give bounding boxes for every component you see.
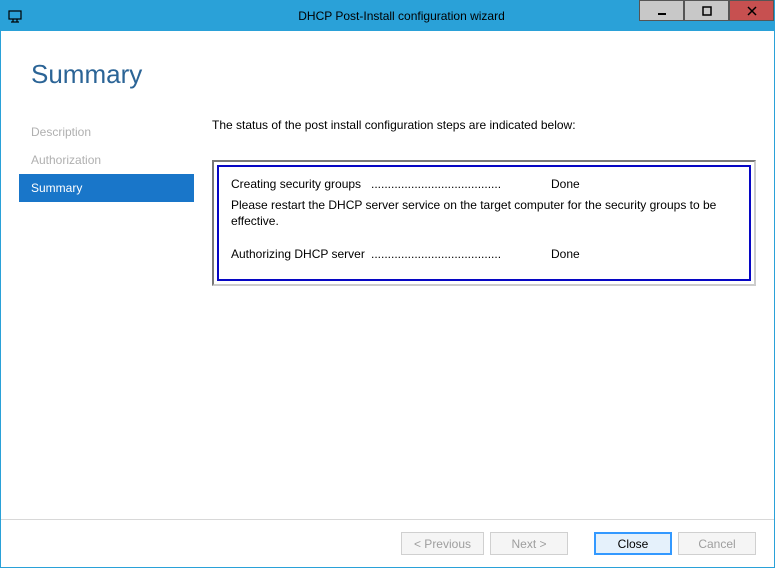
sidebar-item-summary[interactable]: Summary <box>19 174 194 202</box>
step-dots: ....................................... <box>371 177 541 191</box>
sidebar: Description Authorization Summary <box>19 118 194 519</box>
status-row: Authorizing DHCP server ................… <box>231 247 737 261</box>
previous-button: < Previous <box>401 532 484 555</box>
app-icon <box>7 8 23 24</box>
page-heading: Summary <box>1 31 774 118</box>
step-label: Authorizing DHCP server <box>231 247 371 261</box>
content-area: The status of the post install configura… <box>194 118 756 519</box>
footer: < Previous Next > Close Cancel <box>1 519 774 567</box>
button-gap <box>574 532 588 555</box>
wizard-window: DHCP Post-Install configuration wizard S… <box>0 0 775 568</box>
status-row: Creating security groups ...............… <box>231 177 737 191</box>
close-button[interactable]: Close <box>594 532 672 555</box>
step-status: Done <box>551 177 580 191</box>
restart-message: Please restart the DHCP server service o… <box>231 197 737 229</box>
close-window-button[interactable] <box>729 0 774 21</box>
cancel-button: Cancel <box>678 532 756 555</box>
main-area: Description Authorization Summary The st… <box>1 118 774 519</box>
titlebar: DHCP Post-Install configuration wizard <box>1 1 774 31</box>
window-controls <box>639 1 774 31</box>
status-panel: Creating security groups ...............… <box>212 160 756 286</box>
step-label: Creating security groups <box>231 177 371 191</box>
sidebar-item-authorization[interactable]: Authorization <box>19 146 194 174</box>
next-button: Next > <box>490 532 568 555</box>
step-status: Done <box>551 247 580 261</box>
minimize-button[interactable] <box>639 0 684 21</box>
sidebar-item-description[interactable]: Description <box>19 118 194 146</box>
maximize-button[interactable] <box>684 0 729 21</box>
status-description: The status of the post install configura… <box>212 118 756 132</box>
status-panel-inner: Creating security groups ...............… <box>217 165 751 281</box>
step-dots: ....................................... <box>371 247 541 261</box>
wizard-body: Summary Description Authorization Summar… <box>1 31 774 567</box>
